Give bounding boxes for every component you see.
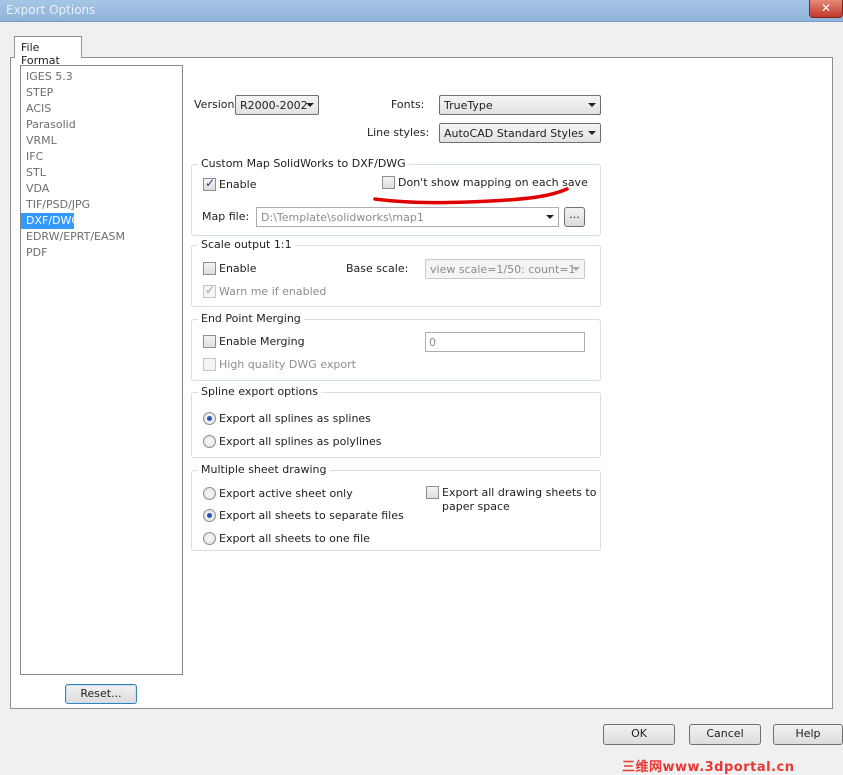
- sheet-option-separate[interactable]: Export all sheets to separate files: [203, 509, 404, 522]
- scale-enable-checkbox[interactable]: Enable: [203, 262, 256, 275]
- radio-button[interactable]: [203, 532, 216, 545]
- close-button[interactable]: ✕: [809, 0, 843, 18]
- high-quality-checkbox[interactable]: High quality DWG export: [203, 358, 356, 371]
- fonts-dropdown[interactable]: TrueType: [439, 95, 601, 115]
- line-styles-value: AutoCAD Standard Styles: [444, 127, 584, 140]
- format-list[interactable]: IGES 5.3 STEP ACIS Parasolid VRML IFC ST…: [20, 65, 183, 675]
- map-file-label: Map file:: [202, 210, 250, 223]
- version-dropdown[interactable]: R2000-2002: [235, 95, 319, 115]
- fonts-label: Fonts:: [391, 98, 425, 111]
- checkbox-box[interactable]: [426, 486, 439, 499]
- list-item[interactable]: ACIS: [21, 101, 182, 117]
- checkbox-box[interactable]: [203, 262, 216, 275]
- ok-button[interactable]: OK: [603, 724, 675, 745]
- version-label: Version:: [194, 98, 239, 111]
- warn-label: Warn me if enabled: [219, 285, 327, 298]
- reset-button[interactable]: Reset...: [65, 684, 137, 704]
- spline-option-polylines[interactable]: Export all splines as polylines: [203, 435, 381, 448]
- sheet-option-label: Export all sheets to separate files: [219, 509, 404, 522]
- paper-space-checkbox[interactable]: Export all drawing sheets to: [426, 486, 596, 499]
- spline-option-label: Export all splines as polylines: [219, 435, 382, 448]
- list-item[interactable]: Parasolid: [21, 117, 182, 133]
- multi-sheet-title: Multiple sheet drawing: [198, 463, 330, 476]
- browse-button[interactable]: ...: [564, 207, 585, 227]
- watermark: 三维网www.3dportal.cn: [622, 760, 795, 775]
- list-item[interactable]: STEP: [21, 85, 182, 101]
- enable-merging-checkbox[interactable]: Enable Merging: [203, 335, 305, 348]
- chevron-down-icon: [306, 103, 314, 107]
- tab-panel: IGES 5.3 STEP ACIS Parasolid VRML IFC ST…: [10, 57, 833, 709]
- merge-tolerance-input[interactable]: 0: [425, 332, 585, 352]
- warn-checkbox[interactable]: Warn me if enabled: [203, 283, 327, 298]
- enable-merging-label: Enable Merging: [219, 335, 305, 348]
- chevron-down-icon: [546, 215, 554, 219]
- sheet-option-one-file[interactable]: Export all sheets to one file: [203, 532, 370, 545]
- help-button[interactable]: Help: [773, 724, 843, 745]
- list-item[interactable]: VRML: [21, 133, 182, 149]
- radio-button[interactable]: [203, 487, 216, 500]
- version-value: R2000-2002: [240, 99, 308, 112]
- map-file-combo[interactable]: D:\Template\solidworks\map1: [256, 207, 559, 227]
- list-item[interactable]: STL: [21, 165, 182, 181]
- checkbox-box[interactable]: [203, 283, 216, 298]
- list-item[interactable]: VDA: [21, 181, 182, 197]
- line-styles-label: Line styles:: [367, 126, 430, 139]
- custom-map-enable-checkbox[interactable]: Enable: [203, 176, 257, 191]
- list-item-selected[interactable]: DXF/DWG: [21, 213, 80, 229]
- scale-output-title: Scale output 1:1: [198, 238, 295, 251]
- paper-space-label-line2: paper space: [442, 500, 510, 513]
- red-underline-annotation: [373, 187, 569, 205]
- spline-option-splines[interactable]: Export all splines as splines: [203, 412, 371, 425]
- sheet-option-active[interactable]: Export active sheet only: [203, 487, 353, 500]
- spline-group: Spline export options: [191, 385, 601, 458]
- paper-space-label-line1: Export all drawing sheets to: [442, 486, 597, 499]
- end-point-title: End Point Merging: [198, 312, 304, 325]
- title-bar: Export Options ✕: [0, 0, 843, 22]
- fonts-value: TrueType: [444, 99, 493, 112]
- tab-file-format[interactable]: File Format: [14, 36, 82, 67]
- high-quality-label: High quality DWG export: [219, 358, 356, 371]
- radio-button[interactable]: [203, 509, 216, 522]
- checkbox-box[interactable]: [203, 176, 216, 191]
- list-item[interactable]: IGES 5.3: [21, 69, 182, 85]
- window-title: Export Options: [6, 3, 96, 17]
- chevron-down-icon: [588, 103, 596, 107]
- dialog-client: File Format IGES 5.3 STEP ACIS Parasolid…: [0, 22, 843, 775]
- base-scale-label: Base scale:: [346, 262, 409, 275]
- spline-title: Spline export options: [198, 385, 321, 398]
- radio-button[interactable]: [203, 412, 216, 425]
- list-item[interactable]: TIF/PSD/JPG: [21, 197, 182, 213]
- map-file-value: D:\Template\solidworks\map1: [261, 211, 424, 224]
- scale-enable-label: Enable: [219, 262, 257, 275]
- checkbox-box[interactable]: [203, 358, 216, 371]
- list-item[interactable]: IFC: [21, 149, 182, 165]
- sheet-option-label: Export active sheet only: [219, 487, 353, 500]
- chevron-down-icon: [588, 131, 596, 135]
- chevron-down-icon: [572, 267, 580, 271]
- list-item[interactable]: EDRW/EPRT/EASM: [21, 229, 182, 245]
- close-icon: ✕: [820, 1, 832, 15]
- sheet-option-label: Export all sheets to one file: [219, 532, 370, 545]
- cancel-button[interactable]: Cancel: [689, 724, 761, 745]
- base-scale-value: view scale=1/50: count=1: [430, 263, 576, 276]
- radio-button[interactable]: [203, 435, 216, 448]
- custom-map-enable-label: Enable: [219, 178, 257, 191]
- custom-map-title: Custom Map SolidWorks to DXF/DWG: [198, 157, 409, 170]
- base-scale-dropdown[interactable]: view scale=1/50: count=1: [425, 259, 585, 279]
- spline-option-label: Export all splines as splines: [219, 412, 371, 425]
- list-item[interactable]: PDF: [21, 245, 182, 261]
- line-styles-dropdown[interactable]: AutoCAD Standard Styles: [439, 123, 601, 143]
- checkbox-box[interactable]: [203, 335, 216, 348]
